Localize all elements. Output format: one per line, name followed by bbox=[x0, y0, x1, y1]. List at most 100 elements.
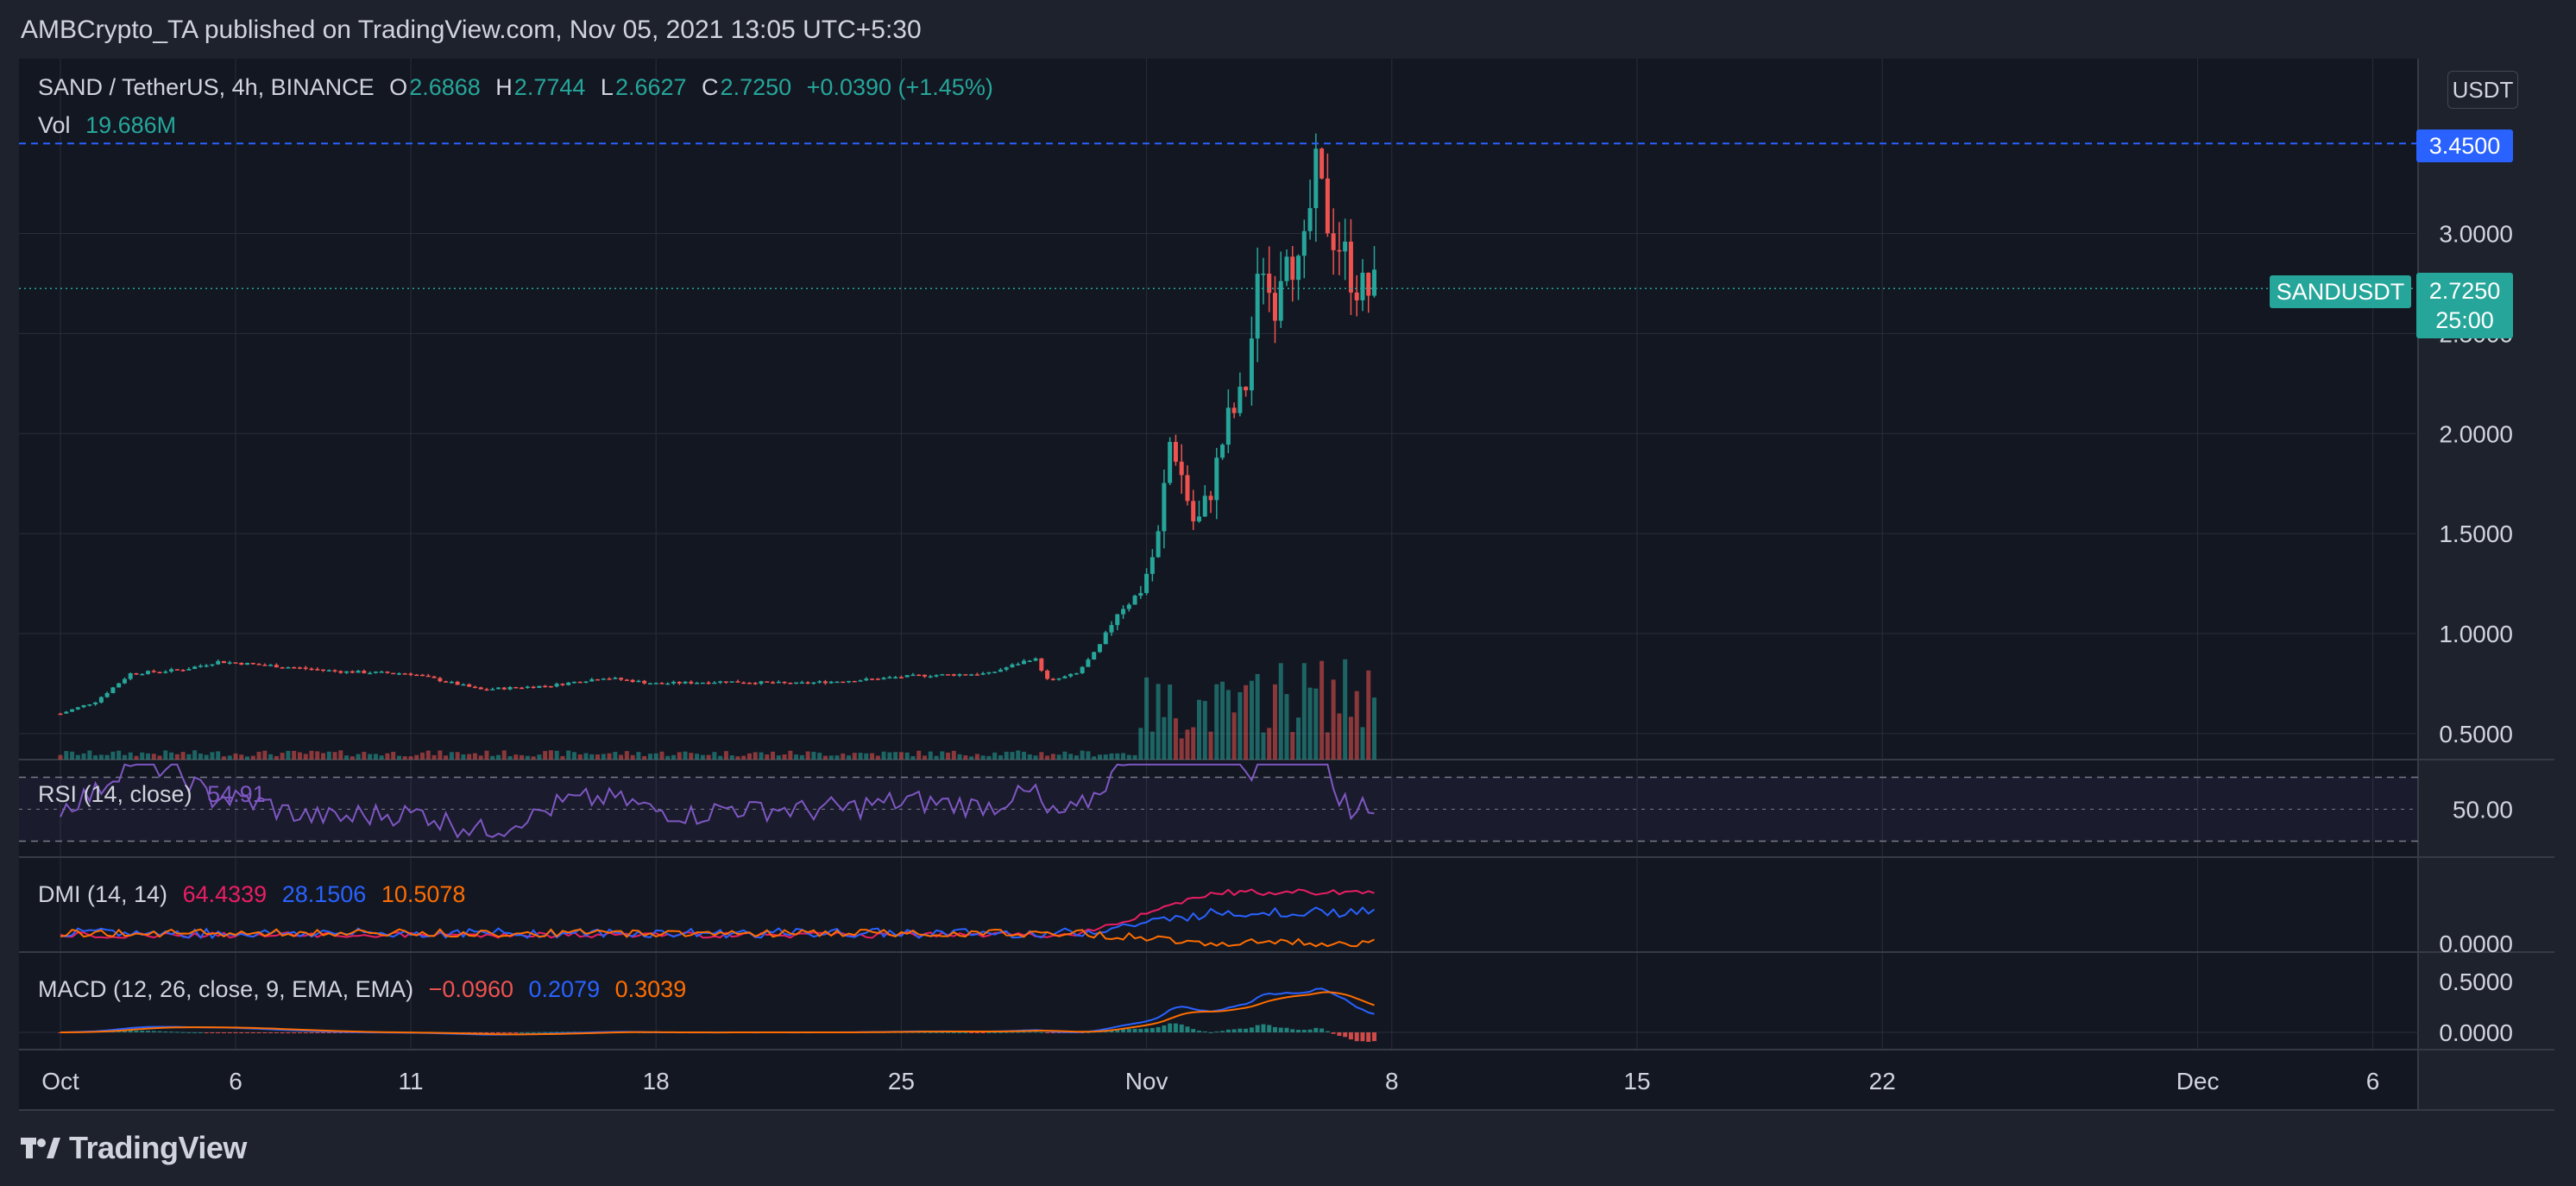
volume-bar bbox=[303, 754, 308, 760]
volume-bar bbox=[332, 752, 337, 760]
volume-bar bbox=[513, 754, 519, 760]
candle-body bbox=[554, 684, 559, 687]
candle-body bbox=[379, 672, 384, 673]
candle-body bbox=[98, 697, 104, 703]
volume-bar bbox=[571, 752, 576, 760]
candle-body bbox=[513, 687, 519, 689]
candle-body bbox=[87, 703, 92, 706]
dmi-label[interactable]: DMI (14, 14) bbox=[38, 881, 167, 907]
high-label: H bbox=[495, 74, 513, 100]
chart-canvas[interactable]: Oct 6 11 18 25 Nov 8 15 22 Dec 6 0.5000 1.0000 1.5000… bbox=[0, 0, 2576, 1186]
candle-body bbox=[636, 680, 641, 683]
volume-bar bbox=[467, 754, 472, 760]
volume-bar bbox=[1132, 754, 1137, 760]
candle-body bbox=[858, 680, 863, 682]
macd-histogram-bar bbox=[980, 1032, 986, 1033]
macd-histogram-bar bbox=[1325, 1031, 1330, 1032]
candle-body bbox=[729, 681, 734, 683]
volume-bar bbox=[1331, 679, 1336, 760]
volume-bar bbox=[630, 754, 635, 760]
volume-bar bbox=[227, 755, 232, 760]
macd-histogram-bar bbox=[321, 1032, 325, 1033]
candle-body bbox=[922, 674, 927, 677]
macd-histogram-bar bbox=[1202, 1031, 1207, 1032]
volume-bar bbox=[70, 751, 75, 760]
candle-body bbox=[735, 681, 740, 683]
candle-body bbox=[292, 667, 297, 669]
volume-bar bbox=[186, 754, 192, 760]
candle-body bbox=[1039, 658, 1044, 671]
macd-histogram-bar bbox=[1231, 1029, 1237, 1032]
candle-body bbox=[525, 686, 530, 689]
candle-body bbox=[1290, 256, 1295, 281]
candle-body bbox=[595, 678, 601, 681]
volume-bar bbox=[1144, 677, 1149, 760]
volume-bar bbox=[1202, 701, 1207, 760]
x-tick-label: 6 bbox=[2366, 1068, 2380, 1095]
candle-body bbox=[1225, 407, 1231, 445]
candle-body bbox=[531, 686, 536, 689]
candle-body bbox=[1331, 233, 1336, 250]
currency-button[interactable]: USDT bbox=[2447, 71, 2518, 109]
volume-bar bbox=[741, 755, 746, 760]
volume-bar bbox=[1115, 753, 1120, 760]
candle-body bbox=[1208, 495, 1213, 501]
footer-brand[interactable]: TradingView bbox=[21, 1126, 247, 1170]
volume-bar bbox=[1325, 732, 1330, 760]
rsi-label[interactable]: RSI (14, close) bbox=[38, 781, 192, 807]
volume-bar bbox=[1062, 751, 1068, 760]
volume-bar bbox=[963, 755, 968, 760]
volume-bar bbox=[1231, 712, 1237, 760]
volume-bar bbox=[414, 754, 419, 760]
x-tick-label: Oct bbox=[41, 1068, 79, 1095]
volume-bar bbox=[157, 755, 162, 760]
volume-bar bbox=[1278, 663, 1283, 760]
macd-histogram-bar bbox=[1185, 1026, 1190, 1032]
x-tick-label: 11 bbox=[398, 1068, 423, 1095]
candle-body bbox=[653, 683, 658, 684]
macd-histogram-bar bbox=[1238, 1028, 1243, 1032]
volume-bar bbox=[1033, 755, 1038, 760]
volume-bar bbox=[1354, 691, 1359, 760]
candle-body bbox=[1144, 573, 1149, 594]
candle-body bbox=[501, 687, 507, 690]
volume-bar bbox=[1004, 751, 1009, 760]
volume-bar bbox=[198, 754, 203, 760]
macd-histogram-bar bbox=[1220, 1031, 1225, 1032]
candle-body bbox=[455, 681, 460, 685]
macd-histogram-bar bbox=[204, 1032, 209, 1033]
candle-body bbox=[957, 674, 962, 676]
volume-bar bbox=[1319, 660, 1325, 760]
candle-body bbox=[671, 681, 676, 684]
candle-body bbox=[1179, 461, 1184, 476]
volume-bar bbox=[128, 752, 133, 760]
symbol-label[interactable]: SAND / TetherUS, 4h, BINANCE bbox=[38, 74, 375, 100]
macd-line-value: 0.2079 bbox=[528, 976, 601, 1002]
volume-bar bbox=[1337, 713, 1342, 760]
volume-bar bbox=[951, 750, 956, 760]
volume-bar bbox=[928, 751, 933, 760]
volume-bar bbox=[210, 752, 215, 760]
volume-bar bbox=[957, 754, 962, 760]
candle-body bbox=[239, 663, 244, 666]
macd-label[interactable]: MACD (12, 26, close, 9, EMA, EMA) bbox=[38, 976, 413, 1002]
volume-bar bbox=[1045, 755, 1050, 760]
volume-bar bbox=[146, 753, 150, 760]
volume-bar bbox=[659, 751, 664, 760]
volume-bar bbox=[695, 754, 700, 760]
volume-bar bbox=[1360, 727, 1365, 760]
volume-bar bbox=[852, 753, 857, 760]
volume-label[interactable]: Vol bbox=[38, 112, 71, 138]
macd-histogram-bar bbox=[1144, 1028, 1149, 1032]
candle-body bbox=[875, 678, 880, 680]
volume-bar bbox=[881, 751, 886, 760]
low-value: 2.6627 bbox=[614, 74, 687, 100]
candle-body bbox=[1086, 659, 1091, 667]
candle-body bbox=[1033, 658, 1038, 661]
volume-bar bbox=[262, 750, 268, 760]
macd-histogram-bar bbox=[1296, 1030, 1301, 1032]
candle-body bbox=[811, 682, 816, 684]
volume-value: 19.686M bbox=[85, 112, 177, 138]
volume-bar bbox=[204, 754, 209, 760]
volume-bar bbox=[1244, 684, 1249, 760]
